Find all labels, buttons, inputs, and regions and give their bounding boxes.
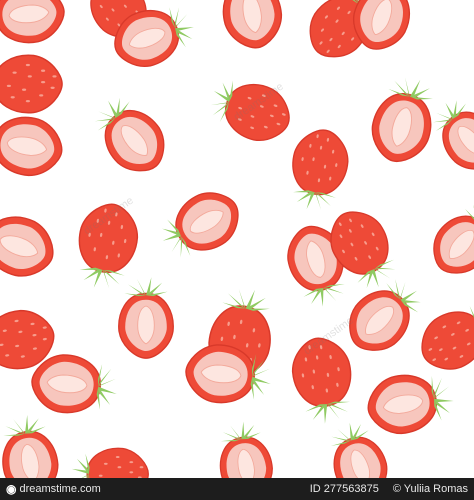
stock-footer-bar: ◉ dreamstime.com ID 277563875 © Yuliia R… [0,478,474,500]
seamless-pattern-image: dreamstime dreamstime dreamstime ◉ dream… [0,0,474,500]
image-credits: ID 277563875 © Yuliia Romas [310,483,468,495]
author-credit: © Yuliia Romas [392,483,468,495]
strawberry-pattern [0,0,474,478]
dreamstime-logo-icon: ◉ [6,482,17,496]
image-id: ID 277563875 [309,483,379,495]
brand-name: dreamstime.com [19,483,101,495]
brand-area: ◉ dreamstime.com [6,482,101,496]
